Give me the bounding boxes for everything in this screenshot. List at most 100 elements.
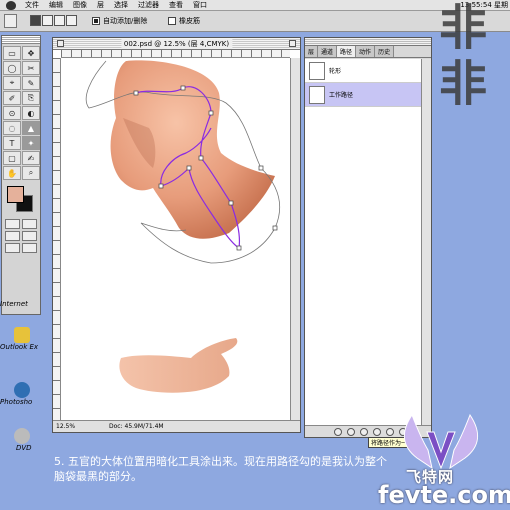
load-path-as-selection-button[interactable] — [360, 427, 368, 436]
auto-add-delete-checkbox[interactable] — [92, 17, 100, 25]
stamp-tool-icon[interactable]: ⎘ — [22, 91, 40, 105]
path-row[interactable]: 轮形 — [305, 59, 421, 83]
anchor-point[interactable] — [180, 85, 186, 91]
path-mode-path-button[interactable] — [42, 15, 53, 26]
site-logo: 飞特网 fevte.com — [372, 410, 510, 510]
panel-tabs: 层 通道 路径 动作 历史 — [305, 46, 431, 58]
screen-mode-extra-button[interactable] — [22, 243, 37, 253]
document-titlebar[interactable]: 002.psd @ 12.5% (层 4,CMYK) — [53, 38, 300, 50]
hand-tool-icon[interactable]: ✋ — [3, 166, 21, 180]
paths-panel-titlebar[interactable] — [305, 38, 431, 46]
desktop-icon-outlook[interactable]: Outlook Ex — [0, 327, 40, 351]
anchor-point[interactable] — [133, 90, 139, 96]
type-tool-icon[interactable]: T — [3, 136, 21, 150]
standard-mode-button[interactable] — [5, 219, 20, 229]
fill-path-button[interactable] — [334, 427, 342, 436]
history-brush-tool-icon[interactable]: ⊙ — [3, 106, 21, 120]
tab-history[interactable]: 历史 — [375, 46, 395, 57]
artwork-svg — [85, 60, 280, 393]
logo-domain-text: fevte.com — [378, 481, 510, 509]
menu-filter[interactable]: 过滤器 — [133, 0, 164, 10]
rubber-band-label: 橡皮筋 — [179, 17, 200, 25]
paths-panel: 层 通道 路径 动作 历史 轮形 工作路径 — [304, 37, 432, 438]
jump-to-imageready-button[interactable] — [5, 243, 20, 253]
zoom-tool-icon[interactable]: ⌕ — [22, 166, 40, 180]
move-tool-icon[interactable]: ✥ — [22, 46, 40, 60]
marquee-tool-icon[interactable]: ▭ — [3, 46, 21, 60]
crop-tool-icon[interactable]: ✂ — [22, 61, 40, 75]
document-vertical-scrollbar[interactable] — [290, 58, 300, 420]
menu-file[interactable]: 文件 — [20, 0, 44, 10]
menu-select[interactable]: 选择 — [109, 0, 133, 10]
anchor-point[interactable] — [158, 183, 164, 189]
foreground-color-swatch[interactable] — [7, 186, 24, 203]
rubber-band-checkbox[interactable] — [168, 17, 176, 25]
pen-tool-icon[interactable] — [4, 14, 17, 28]
tab-paths[interactable]: 路径 — [337, 46, 357, 57]
path-thumbnail — [309, 85, 325, 104]
path-name: 轮形 — [329, 68, 342, 75]
path-mode-fill-button[interactable] — [54, 15, 65, 26]
jump-row — [2, 242, 40, 254]
desktop-icon-photoshop[interactable]: Photosho — [0, 382, 40, 406]
color-swatches — [2, 184, 40, 216]
document-title: 002.psd @ 12.5% (层 4,CMYK) — [120, 39, 233, 49]
path-mode-shape-button[interactable] — [30, 15, 41, 26]
desktop-icon-internet[interactable]: Internet — [0, 300, 40, 308]
lasso-tool-icon[interactable]: ◯ — [3, 61, 21, 75]
stroke-path-button[interactable] — [347, 427, 355, 436]
caption-line: 脑袋最黑的部分。 — [54, 470, 142, 483]
menu-edit[interactable]: 编辑 — [44, 0, 68, 10]
notes-tool-icon[interactable]: ✍ — [22, 151, 40, 165]
close-box-icon[interactable] — [57, 40, 64, 47]
anchor-point[interactable] — [258, 165, 264, 171]
path-mode-extra-button[interactable] — [66, 15, 77, 26]
image-canvas[interactable] — [61, 58, 290, 420]
zoom-box-icon[interactable] — [289, 40, 296, 47]
vertical-ruler — [53, 58, 61, 420]
desktop-icon-dvd[interactable]: DVD — [0, 428, 40, 452]
screen-mode-standard-button[interactable] — [5, 231, 20, 241]
outlook-icon — [14, 327, 30, 343]
anchor-point[interactable] — [228, 200, 234, 206]
tab-actions[interactable]: 动作 — [356, 46, 376, 57]
menu-layer[interactable]: 层 — [92, 0, 109, 10]
anchor-point[interactable] — [208, 110, 214, 116]
zoom-level[interactable]: 12.5% — [56, 423, 75, 430]
apple-menu-icon[interactable] — [6, 0, 16, 10]
tab-layers[interactable]: 层 — [305, 46, 319, 57]
tutorial-caption: 5. 五官的大体位置用暗化工具涂出来。现在用路径勾的是我认为整个 脑袋最黑的部分… — [54, 454, 424, 484]
anchor-point[interactable] — [198, 155, 204, 161]
pen-path-tool-icon[interactable]: ✦ — [22, 136, 40, 150]
shape-tool-icon[interactable]: ▢ — [3, 151, 21, 165]
path-thumbnail — [309, 61, 325, 80]
horizontal-ruler — [61, 50, 290, 58]
screen-mode-row — [2, 230, 40, 242]
dvd-disc-icon — [14, 428, 30, 444]
anchor-point[interactable] — [186, 165, 192, 171]
menu-view[interactable]: 查看 — [164, 0, 188, 10]
desktop-icon-label: Outlook Ex — [0, 343, 39, 351]
toolbox-titlebar[interactable] — [2, 36, 40, 44]
pencil-tool-icon[interactable]: ✐ — [3, 91, 21, 105]
document-statusbar: 12.5% Doc: 45.9M/71.4M — [53, 420, 300, 432]
blur-tool-icon[interactable]: ◌ — [3, 121, 21, 135]
path-row-selected[interactable]: 工作路径 — [305, 83, 421, 107]
anchor-point[interactable] — [236, 245, 242, 251]
anchor-point[interactable] — [272, 225, 278, 231]
brush-tool-icon[interactable]: ✎ — [22, 76, 40, 90]
tool-grid: ▭ ✥ ◯ ✂ ⌖ ✎ ✐ ⎘ ⊙ ◐ ◌ ▲ T ✦ ▢ ✍ ✋ ⌕ — [2, 44, 40, 182]
auto-add-delete-label: 自动添加/删除 — [103, 17, 148, 25]
path-name: 工作路径 — [329, 92, 354, 99]
caption-line: 5. 五官的大体位置用暗化工具涂出来。现在用路径勾的是我认为整个 — [54, 455, 387, 468]
screen-mode-full-button[interactable] — [22, 231, 37, 241]
burn-tool-icon[interactable]: ▲ — [22, 121, 40, 135]
paths-panel-scrollbar[interactable] — [421, 59, 431, 425]
menu-image[interactable]: 图像 — [68, 0, 92, 10]
slice-tool-icon[interactable]: ⌖ — [3, 76, 21, 90]
eraser-tool-icon[interactable]: ◐ — [22, 106, 40, 120]
menu-window[interactable]: 窗口 — [188, 0, 212, 10]
desktop-icon-label: Photosho — [0, 398, 33, 406]
quickmask-mode-button[interactable] — [22, 219, 37, 229]
tab-channels[interactable]: 通道 — [318, 46, 338, 57]
